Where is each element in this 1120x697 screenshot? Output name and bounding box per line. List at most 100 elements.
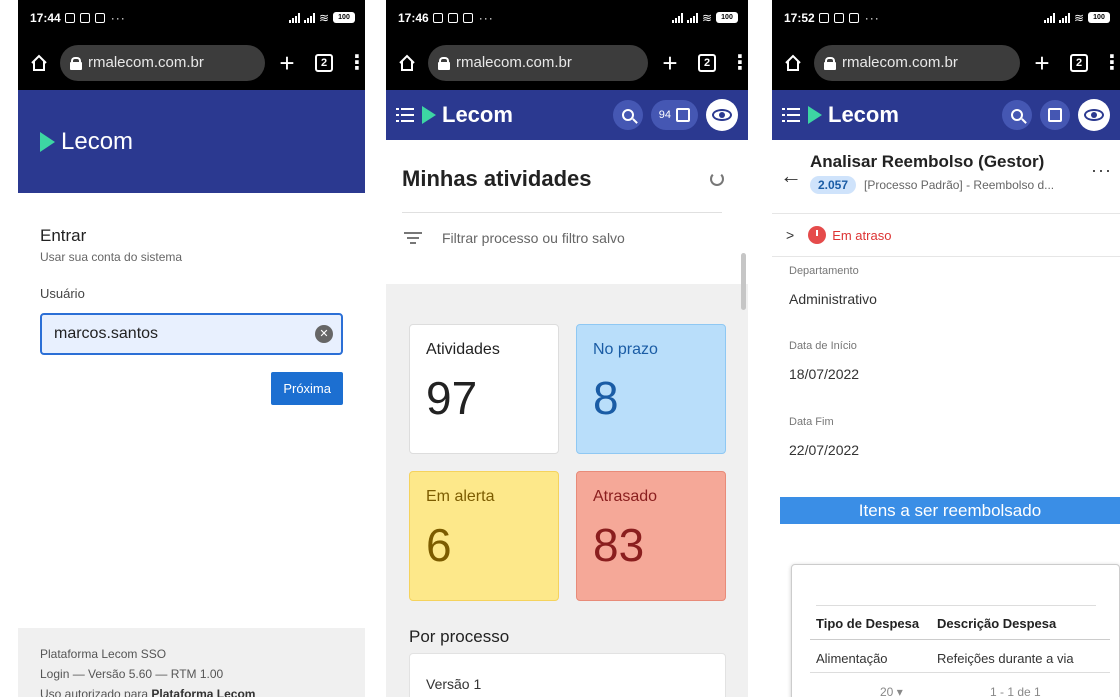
new-tab-button[interactable]: + [273, 50, 301, 76]
lock-icon [438, 56, 450, 70]
browser-menu-icon[interactable]: ⋮ [347, 50, 365, 75]
eye-icon [712, 109, 732, 121]
column-header[interactable]: Descrição Despesa [937, 616, 1056, 631]
lecom-logo-icon [422, 106, 436, 124]
logo-text: Lecom [442, 102, 513, 127]
next-button[interactable]: Próxima [271, 372, 343, 405]
notification-icons [432, 12, 473, 23]
browser-menu-icon[interactable]: ⋮ [1102, 50, 1120, 75]
page-size-select[interactable]: 20 ▾ [880, 685, 903, 697]
wifi-icon: ≋ [318, 10, 329, 25]
tasks-button[interactable]: 94 [650, 100, 698, 130]
more-options-icon[interactable]: ··· [1091, 160, 1112, 181]
search-icon [1011, 109, 1023, 121]
view-toggle-button[interactable] [1078, 99, 1110, 131]
notification-icons [64, 12, 105, 23]
process-item-label: Versão 1 [426, 676, 482, 692]
tasks-count: 94 [658, 109, 671, 121]
filter-input[interactable]: Filtrar processo ou filtro salvo [402, 213, 732, 246]
status-bar: 17:46 ··· ≋ 100 [386, 0, 748, 35]
wifi-icon: ≋ [701, 10, 712, 25]
browser-toolbar: rmalecom.com.br + 2 ⋮ [772, 35, 1120, 90]
card-label: Em alerta [426, 488, 495, 505]
table-cell: Refeições durante a via [937, 651, 1074, 666]
footer-usage: Uso autorizado para Plataforma Lecom [40, 687, 256, 697]
card-em-alerta[interactable]: Em alerta 6 [409, 471, 559, 601]
app-icon [94, 12, 105, 23]
home-icon[interactable] [780, 50, 806, 76]
card-value: 8 [593, 372, 619, 424]
summary-cards: Atividades 97 No prazo 8 Em alerta 6 Atr… [386, 284, 748, 601]
clear-input-icon[interactable]: ✕ [315, 325, 333, 343]
login-subtitle: Usar sua conta do sistema [40, 250, 183, 264]
app-icon [848, 12, 859, 23]
battery-icon: 100 [333, 12, 355, 23]
task-status-row[interactable]: > Em atraso [772, 214, 1120, 256]
task-id-badge: 2.057 [810, 176, 857, 194]
divider [816, 605, 1096, 606]
tab-switcher-button[interactable]: 2 [1070, 53, 1088, 72]
eye-icon [1084, 109, 1104, 121]
lock-icon [70, 56, 82, 70]
status-time: 17:46 [398, 10, 429, 25]
scrollbar[interactable] [741, 253, 746, 310]
field-value: 22/07/2022 [789, 442, 860, 458]
field-data-fim: Data Fim 22/07/2022 [772, 416, 1120, 458]
chevron-right-icon: > [786, 227, 795, 243]
tab-switcher-button[interactable]: 2 [698, 53, 716, 72]
address-bar[interactable]: rmalecom.com.br [60, 44, 265, 81]
app-icon [833, 12, 844, 23]
username-input[interactable]: marcos.santos ✕ [40, 313, 343, 355]
menu-icon[interactable] [396, 108, 414, 122]
divider [772, 256, 1120, 257]
card-value: 83 [593, 519, 645, 571]
back-arrow-icon[interactable]: ← [780, 163, 810, 189]
section-title: Por processo [409, 627, 510, 646]
task-title: Analisar Reembolso (Gestor) [810, 152, 1045, 171]
filter-icon [404, 232, 422, 244]
status-text: Em atraso [832, 227, 892, 243]
card-atrasado[interactable]: Atrasado 83 [576, 471, 726, 601]
lecom-logo-icon [808, 106, 822, 124]
app-header: Lecom [772, 90, 1120, 140]
app-icon [462, 12, 473, 23]
search-button[interactable] [612, 100, 643, 130]
signal-icon [671, 12, 683, 23]
signal-icon [1043, 12, 1055, 23]
browser-menu-icon[interactable]: ⋮ [730, 50, 748, 75]
phone-task-detail-screen: 17:52 ··· ≋ 100 rmalecom.com.br + 2 ⋮ Le… [772, 0, 1120, 697]
tasks-icon [676, 108, 690, 122]
notification-icons [818, 12, 859, 23]
task-process: [Processo Padrão] - Reembolso d... [864, 178, 1055, 192]
phone-activities-screen: 17:46 ··· ≋ 100 rmalecom.com.br + 2 ⋮ Le… [386, 0, 748, 697]
menu-icon[interactable] [782, 108, 800, 122]
status-time: 17:52 [784, 10, 815, 25]
search-button[interactable] [1002, 100, 1032, 130]
process-item[interactable]: Versão 1 [409, 653, 726, 697]
card-value: 97 [426, 372, 478, 424]
status-time: 17:44 [30, 10, 61, 25]
new-tab-button[interactable]: + [656, 50, 684, 76]
logo-text: Lecom [828, 102, 899, 127]
field-label: Data de Início [789, 340, 857, 352]
page-title: Minhas atividades [402, 166, 592, 191]
home-icon[interactable] [26, 50, 52, 76]
activities-header: Minhas atividades Filtrar processo ou fi… [386, 140, 748, 284]
pagination-range: 1 - 1 de 1 [990, 685, 1041, 697]
card-atividades[interactable]: Atividades 97 [409, 324, 559, 454]
new-tab-button[interactable]: + [1028, 50, 1056, 76]
lock-icon [824, 56, 836, 70]
column-header[interactable]: Tipo de Despesa [816, 616, 919, 631]
card-label: Atrasado [593, 488, 658, 505]
address-bar[interactable]: rmalecom.com.br [814, 44, 1020, 81]
view-toggle-button[interactable] [706, 99, 738, 131]
filter-placeholder: Filtrar processo ou filtro salvo [442, 230, 625, 246]
card-no-prazo[interactable]: No prazo 8 [576, 324, 726, 454]
address-bar[interactable]: rmalecom.com.br [428, 44, 648, 81]
tab-switcher-button[interactable]: 2 [315, 53, 333, 72]
tasks-button[interactable] [1040, 100, 1070, 130]
home-icon[interactable] [394, 50, 420, 76]
alarm-icon [64, 12, 75, 23]
refresh-icon[interactable] [710, 172, 724, 186]
logo-text: Lecom [61, 127, 134, 155]
